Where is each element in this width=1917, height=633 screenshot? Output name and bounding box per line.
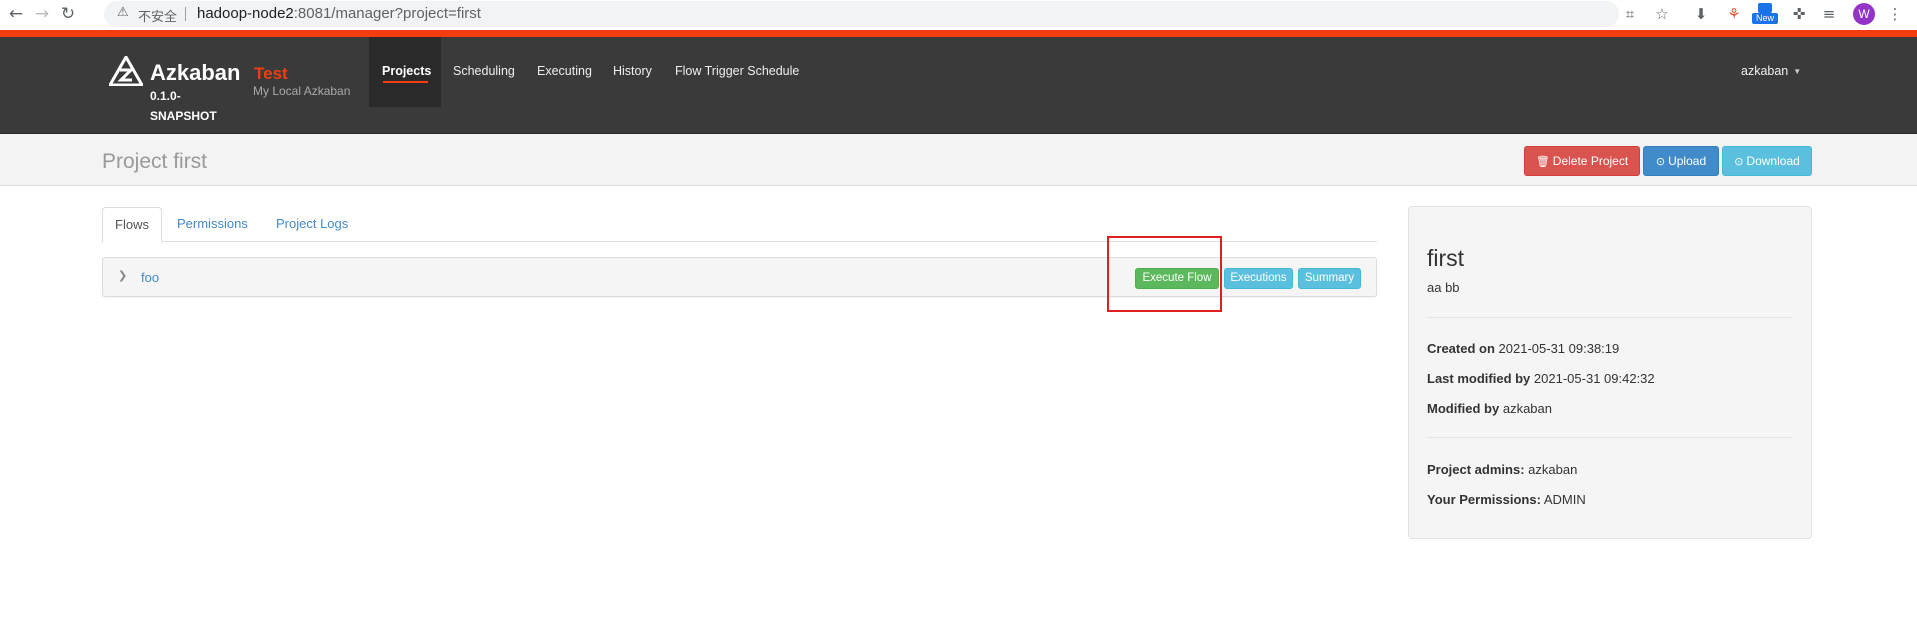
url-host: hadoop-node2 xyxy=(197,5,294,22)
new-extension-label: New xyxy=(1752,13,1778,24)
delete-project-label: Delete Project xyxy=(1552,154,1629,168)
upload-button[interactable]: ⊙ Upload xyxy=(1643,146,1719,176)
chevron-down-icon[interactable]: ❯ xyxy=(118,269,127,282)
page-title: Project first xyxy=(102,150,208,173)
new-extension-icon[interactable]: New xyxy=(1752,3,1778,25)
brand-name[interactable]: Azkaban xyxy=(150,60,240,86)
created-on-label: Created on xyxy=(1427,341,1495,356)
project-name: first xyxy=(1427,245,1465,271)
last-modified-label: Last modified by xyxy=(1427,371,1531,386)
reading-list-icon[interactable]: ≡ xyxy=(1819,4,1839,24)
modified-by-row: Modified by azkaban xyxy=(1427,401,1552,416)
flow-name-link[interactable]: foo xyxy=(141,270,159,285)
tab-flows[interactable]: Flows xyxy=(102,207,162,243)
project-admins-value: azkaban xyxy=(1528,462,1578,477)
url-path: :8081/manager?project=first xyxy=(293,5,481,22)
download-extension-icon[interactable]: ⬇ xyxy=(1691,4,1711,24)
warning-icon[interactable]: ⚠ xyxy=(117,5,129,20)
browser-toolbar: ← → ↻ ⚠ 不安全 hadoop-node2:8081/manager?pr… xyxy=(0,0,1917,28)
download-label: Download xyxy=(1746,154,1800,168)
user-menu[interactable]: azkaban ▼ xyxy=(1741,64,1801,78)
modified-by-label: Modified by xyxy=(1427,401,1500,416)
project-description: aa bb xyxy=(1427,280,1460,295)
modified-by-value: azkaban xyxy=(1502,401,1552,416)
caret-down-icon: ▼ xyxy=(1793,67,1802,77)
tab-permissions[interactable]: Permissions xyxy=(177,207,248,241)
new-extension-graphic xyxy=(1758,3,1772,13)
last-modified-value: 2021-05-31 09:42:32 xyxy=(1533,371,1655,386)
translate-icon[interactable]: ⌗ xyxy=(1620,4,1640,24)
profile-avatar[interactable]: W xyxy=(1853,3,1875,25)
environment-description: My Local Azkaban xyxy=(253,84,351,98)
accent-stripe xyxy=(0,30,1917,37)
forward-arrow-icon[interactable]: → xyxy=(32,4,52,24)
nav-flow-trigger-schedule[interactable]: Flow Trigger Schedule xyxy=(675,64,799,78)
reload-icon[interactable]: ↻ xyxy=(58,4,78,24)
delete-project-button[interactable]: 🗑 Delete Project xyxy=(1524,146,1640,176)
brand-version: 0.1.0-SNAPSHOT xyxy=(150,89,217,123)
user-name: azkaban xyxy=(1741,64,1789,78)
nav-active-underline xyxy=(383,81,428,83)
info-divider xyxy=(1427,437,1793,438)
azkaban-logo-icon[interactable] xyxy=(109,56,143,86)
trash-icon: 🗑 xyxy=(1535,155,1550,168)
upload-circle-icon: ⊙ xyxy=(1655,155,1666,168)
nav-executing[interactable]: Executing xyxy=(537,64,592,78)
summary-button[interactable]: Summary xyxy=(1298,268,1361,289)
project-admins-row: Project admins: azkaban xyxy=(1427,462,1577,477)
sitemap-extension-icon[interactable]: ⚘ xyxy=(1724,4,1744,24)
nav-projects[interactable]: Projects xyxy=(382,64,431,78)
back-arrow-icon[interactable]: ← xyxy=(6,4,26,24)
nav-scheduling[interactable]: Scheduling xyxy=(453,64,515,78)
nav-history[interactable]: History xyxy=(613,64,652,78)
puzzle-extensions-icon[interactable]: ✜ xyxy=(1789,4,1809,24)
your-permissions-value: ADMIN xyxy=(1543,492,1586,507)
url-text[interactable]: hadoop-node2:8081/manager?project=first xyxy=(197,5,481,22)
upload-label: Upload xyxy=(1668,154,1707,168)
project-admins-label: Project admins: xyxy=(1427,462,1525,477)
your-permissions-row: Your Permissions: ADMIN xyxy=(1427,492,1586,507)
created-on-row: Created on 2021-05-31 09:38:19 xyxy=(1427,341,1619,356)
info-divider xyxy=(1427,317,1793,318)
your-permissions-label: Your Permissions: xyxy=(1427,492,1541,507)
annotation-highlight-box xyxy=(1107,236,1222,312)
download-button[interactable]: ⊙ Download xyxy=(1722,146,1812,176)
executions-button[interactable]: Executions xyxy=(1224,268,1293,289)
bookmark-star-icon[interactable]: ☆ xyxy=(1652,4,1672,24)
browser-menu-icon[interactable]: ⋮ xyxy=(1885,4,1905,24)
environment-name: Test xyxy=(254,64,288,83)
tab-project-logs[interactable]: Project Logs xyxy=(276,207,348,241)
download-circle-icon: ⊙ xyxy=(1734,155,1744,168)
address-separator xyxy=(185,7,186,21)
insecure-label[interactable]: 不安全 xyxy=(138,6,177,25)
created-on-value: 2021-05-31 09:38:19 xyxy=(1498,341,1620,356)
last-modified-row: Last modified by 2021-05-31 09:42:32 xyxy=(1427,371,1655,386)
